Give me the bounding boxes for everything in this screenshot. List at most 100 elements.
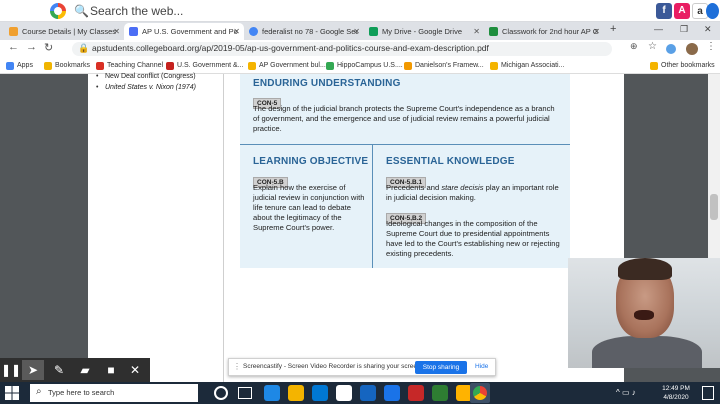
bookmark-apps[interactable]: Apps [6, 60, 33, 72]
close-icon[interactable]: ✕ [473, 23, 480, 40]
tab-label: Classwork for 2nd hour AP Gov [502, 27, 598, 36]
section-divider [240, 144, 570, 145]
close-icon[interactable]: ✕ [233, 23, 240, 40]
minimize-button[interactable]: — [654, 24, 663, 34]
tab-course-details[interactable]: Course Details | My Classes ✕ [4, 23, 124, 40]
share-message: Screencastify - Screen Video Recorder is… [243, 363, 423, 370]
tab-label: AP U.S. Government and Politics [142, 27, 238, 36]
taskbar: ⌕ Type here to search ^ ▭ ♪ 12:49 PM 4/8… [0, 382, 720, 404]
hide-button[interactable]: Hide [475, 363, 488, 370]
bookmark-favicon [96, 62, 104, 70]
bookmark-favicon [166, 62, 174, 70]
forward-arrow-icon[interactable]: → [26, 41, 37, 53]
close-icon[interactable]: ✕ [113, 23, 120, 40]
tab-label: federalist no 78 - Google Search [262, 27, 358, 36]
new-tab-button[interactable]: + [610, 23, 616, 35]
bookmark-other[interactable]: Other bookmarks [650, 60, 715, 72]
apps-grid-icon [6, 62, 14, 70]
bookmark-ap-government[interactable]: AP Government bul... [248, 60, 326, 72]
address-bar: ← → ↻ 🔒 apstudents.collegeboard.org/ap/2… [0, 40, 720, 58]
app-icon[interactable] [408, 385, 424, 401]
bookmark-label: Bookmarks [55, 62, 91, 69]
scrollbar-thumb[interactable] [710, 194, 718, 220]
google-icon [50, 3, 66, 19]
edge-icon[interactable] [264, 385, 280, 401]
cursor-icon[interactable]: ➤ [22, 360, 44, 380]
drag-handle-icon[interactable]: ⋮ [233, 362, 241, 371]
bookmark-label: Apps [17, 62, 33, 69]
stop-sharing-button[interactable]: Stop sharing [415, 361, 467, 374]
system-tray-icon[interactable]: ^ ▭ ♪ [616, 388, 636, 397]
store-icon[interactable] [312, 385, 328, 401]
tab-label: My Drive - Google Drive [382, 27, 463, 36]
bookmark-teaching-channel[interactable]: Teaching Channel [96, 60, 163, 72]
task-view-icon[interactable] [238, 387, 252, 399]
back-arrow-icon[interactable]: ← [8, 41, 19, 53]
scrollbar[interactable] [708, 74, 720, 258]
chrome-icon [473, 386, 487, 400]
bookmark-label: HippoCampus U.S.... [337, 62, 403, 69]
tab-bar: Course Details | My Classes ✕ AP U.S. Go… [0, 22, 720, 40]
tab-ap-gov[interactable]: AP U.S. Government and Politics ✕ [124, 23, 244, 40]
pdf-page: New Deal conflict (Congress) United Stat… [88, 72, 624, 384]
star-icon[interactable]: ☆ [648, 41, 657, 52]
camera-icon[interactable]: ■ [100, 360, 122, 380]
notification-icon[interactable] [702, 386, 714, 400]
webcam-person-hair [618, 258, 672, 280]
pause-icon[interactable]: ❚❚ [0, 360, 22, 380]
eraser-icon[interactable]: ▰ [74, 360, 96, 380]
chrome-taskbar-button[interactable] [470, 383, 490, 403]
file-explorer-icon[interactable] [288, 385, 304, 401]
taskbar-search-placeholder: Type here to search [48, 388, 115, 397]
ek1-text-italic: stare decisis [441, 183, 484, 192]
close-icon[interactable]: ✕ [353, 23, 360, 40]
tab-favicon [369, 27, 378, 36]
close-window-button[interactable]: ✕ [704, 24, 712, 35]
mail-icon[interactable] [384, 385, 400, 401]
reload-icon[interactable]: ↻ [44, 41, 53, 54]
share-icon[interactable]: ⊕ [630, 41, 638, 52]
windows-start-icon[interactable] [4, 385, 20, 401]
tab-federalist[interactable]: federalist no 78 - Google Search ✕ [244, 23, 364, 40]
folder-icon [650, 62, 658, 70]
bookmark-hippocampus[interactable]: HippoCampus U.S.... [326, 60, 403, 72]
tab-classwork[interactable]: Classwork for 2nd hour AP Gov ✕ [484, 23, 604, 40]
bookmark-us-government[interactable]: U.S. Government &... [166, 60, 244, 72]
dropbox-icon[interactable] [360, 385, 376, 401]
avatar[interactable] [686, 43, 698, 55]
dropbox-icon[interactable] [706, 3, 719, 19]
facebook-icon[interactable]: f [656, 3, 672, 19]
pen-icon[interactable]: ✎ [48, 360, 70, 380]
bookmark-bookmarks[interactable]: Bookmarks [44, 60, 90, 72]
enduring-understanding-box: ENDURING UNDERSTANDING CON-5 The design … [240, 74, 570, 268]
menu-icon[interactable]: ⋮ [706, 41, 716, 52]
maximize-button[interactable]: ❐ [680, 24, 688, 35]
enduring-understanding-heading: ENDURING UNDERSTANDING [253, 78, 401, 89]
list-item: New Deal conflict (Congress) [96, 72, 226, 81]
search-toolbar: 🔍 Search the web... f A a [0, 0, 720, 22]
case-list: New Deal conflict (Congress) United Stat… [96, 72, 226, 94]
cortana-icon[interactable] [214, 386, 228, 400]
amazon-icon[interactable] [336, 385, 352, 401]
flag-icon[interactable]: A [674, 3, 690, 19]
bookmark-danielson[interactable]: Danielson's Framew... [404, 60, 484, 72]
close-icon[interactable]: ✕ [593, 23, 600, 40]
bookmark-label: Other bookmarks [661, 62, 715, 69]
close-icon[interactable]: ✕ [124, 360, 146, 380]
tab-favicon [489, 27, 498, 36]
folder-icon [44, 62, 52, 70]
folder-icon [490, 62, 498, 70]
taskbar-search[interactable]: ⌕ Type here to search [30, 384, 198, 402]
webcam-overlay [568, 258, 720, 368]
clock-date: 4/8/2020 [663, 394, 689, 401]
column-divider [372, 144, 373, 268]
extension-icon[interactable] [666, 44, 676, 54]
taskbar-clock[interactable]: 12:49 PM 4/8/2020 [656, 384, 696, 402]
case-label: United States v. Nixon (1974) [105, 84, 196, 91]
url-field[interactable]: 🔒 apstudents.collegeboard.org/ap/2019-05… [72, 42, 612, 56]
search-input[interactable]: Search the web... [90, 4, 183, 18]
app-icon[interactable] [432, 385, 448, 401]
tab-google-drive[interactable]: My Drive - Google Drive ✕ [364, 23, 484, 40]
bookmark-michigan[interactable]: Michigan Associati... [490, 60, 564, 72]
ek1-text: Precedents and stare decisis play an imp… [386, 183, 564, 203]
